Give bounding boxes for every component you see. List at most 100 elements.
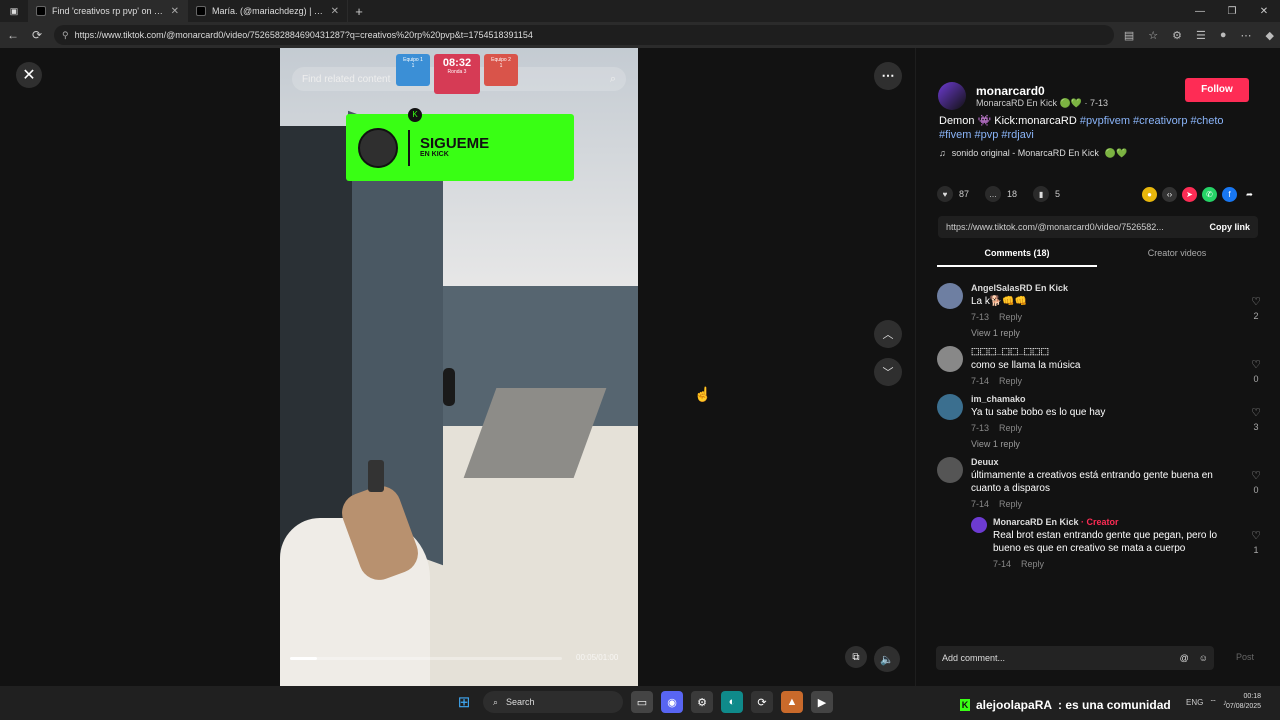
commenter-name[interactable]: ⬚⬚⬚_⬚⬚_⬚⬚⬚ [971,346,1229,357]
commenter-avatar[interactable] [937,457,963,483]
author-avatar[interactable] [938,82,966,110]
commenter-avatar[interactable] [937,346,963,372]
commenter-avatar[interactable] [937,394,963,420]
reply-button[interactable]: Reply [1021,559,1044,569]
window-menu-icon[interactable]: ▣ [0,0,28,22]
comment-like-button[interactable]: ♡ 2 [1249,295,1263,321]
video-stage: ✕ Find related content ⌕ Equipo 1 1 08:3… [0,48,915,686]
author-username[interactable]: monarcard0 [976,84,1108,98]
comment-icon: … [985,186,1002,202]
favorite-star-icon[interactable]: ☆ [1148,29,1158,42]
tab-tiktok-search[interactable]: Find 'creativos rp pvp' on TikTok ✕ [28,0,188,22]
reply-button[interactable]: Reply [999,312,1022,322]
video-progress-bar[interactable] [290,657,562,660]
media-player-icon[interactable]: ▶ [811,691,833,713]
language-indicator[interactable]: ENG [1186,698,1203,708]
reader-icon[interactable]: ▤ [1124,29,1134,42]
comment-like-button[interactable]: ♡ 1 [1249,529,1263,555]
extensions-icon[interactable]: ⚙ [1172,29,1182,42]
embed-icon[interactable]: ‹› [1162,186,1177,202]
team2-score: Equipo 2 1 [484,54,518,86]
facebook-icon[interactable]: f [1222,186,1237,202]
tab-maria-profile[interactable]: María. (@mariachdezg) | TikTok ✕ [188,0,348,22]
taskbar-search[interactable]: ⌕ Search [483,691,623,713]
comment-item: Deuux últimamente a creativos está entra… [937,457,1265,509]
comment-button[interactable]: … 18 [985,186,1017,202]
commenter-name[interactable]: im_chamako [971,394,1229,404]
view-replies-button[interactable]: View 1 reply [971,328,1229,338]
reply-button[interactable]: Reply [999,423,1022,433]
reply-text: Real brot estan entrando gente que pegan… [993,530,1218,554]
save-button[interactable]: ▮ 5 [1033,186,1060,202]
comment-like-button[interactable]: ♡ 3 [1249,406,1263,432]
app-icon[interactable]: ⟳ [751,691,773,713]
view-replies-button[interactable]: View 1 reply [971,439,1229,449]
comment-like-button[interactable]: ♡ 0 [1249,358,1263,384]
system-clock[interactable]: 00:18 07/08/2025 [1226,692,1261,712]
creator-avatar[interactable] [971,517,987,533]
follow-button[interactable]: Follow [1185,78,1249,102]
mention-icon[interactable]: @ [1180,653,1189,663]
edge-icon[interactable]: ◐ [721,691,743,713]
close-video-button[interactable]: ✕ [16,62,42,88]
tab-close-icon[interactable]: ✕ [171,6,179,17]
settings-icon[interactable]: ⚙ [691,691,713,713]
comment-like-button[interactable]: ♡ 0 [1249,469,1263,495]
reply-button[interactable]: Reply [999,499,1022,509]
commenter-name[interactable]: AngelSalasRD En Kick [971,283,1229,293]
copilot-icon[interactable]: ◆ [1266,29,1274,42]
whatsapp-icon[interactable]: ✆ [1202,186,1217,202]
like-button[interactable]: ♥ 87 [937,186,969,202]
search-icon[interactable]: ⌕ [610,73,616,86]
tab-close-icon[interactable]: ✕ [331,6,339,17]
minimize-icon[interactable]: — [1184,6,1216,17]
chat-message: : es una comunidad [1058,698,1171,712]
emoji-icon[interactable]: ☺ [1199,653,1208,663]
address-bar[interactable]: ⚲ https://www.tiktok.com/@monarcard0/vid… [54,25,1114,45]
kick-chat-overlay: K alejoolapaRA : es una comunidad [960,698,1171,712]
discord-icon[interactable]: ◉ [661,691,683,713]
tab-creator-videos[interactable]: Creator videos [1097,248,1257,267]
profile-icon[interactable]: ● [1220,29,1227,42]
more-menu-icon[interactable]: ⋯ [1241,29,1252,42]
task-view-icon[interactable]: ▭ [631,691,653,713]
commenter-name[interactable]: Deuux [971,457,1229,467]
refresh-icon[interactable]: ⟳ [30,28,44,42]
video-player[interactable]: Find related content ⌕ Equipo 1 1 08:32 … [280,48,638,686]
volume-icon[interactable]: 🔈 [874,646,900,672]
post-button[interactable]: Post [1236,652,1254,662]
tab-title: María. (@mariachdezg) | TikTok [212,6,325,16]
commenter-avatar[interactable] [937,283,963,309]
reply-author[interactable]: MonarcaRD En Kick [993,517,1079,527]
site-info-icon[interactable]: ⚲ [62,30,69,41]
search-icon: ⌕ [493,696,499,707]
collections-icon[interactable]: ☰ [1196,29,1206,42]
send-icon[interactable]: ➤ [1182,186,1197,202]
previous-video-button[interactable]: ︿ [874,320,902,348]
post-date: 7-13 [1089,97,1108,108]
app-icon[interactable]: ▲ [781,691,803,713]
heart-outline-icon: ♡ [1251,530,1261,542]
add-comment-input[interactable]: Add comment... @ ☺ [936,646,1214,670]
windows-start-icon[interactable]: ⊞ [453,691,475,713]
comment-like-count: 1 [1253,545,1259,555]
wifi-icon[interactable]: ⌔ [1209,698,1217,708]
picture-in-picture-icon[interactable]: ⧉ [845,646,867,668]
clock-date: 07/08/2025 [1226,703,1262,710]
clock-time: 00:18 [1243,693,1262,700]
creator-badge: · Creator [1081,517,1119,527]
caption-text: Demon 👾 Kick:monarcaRD [939,115,1077,127]
more-options-button[interactable]: ⋯ [874,62,902,90]
back-icon[interactable]: ← [6,28,20,42]
copy-link-button[interactable]: Copy link [1209,222,1250,232]
tab-comments[interactable]: Comments (18) [937,248,1097,267]
window-close-icon[interactable]: ✕ [1248,6,1280,17]
comment-date: 7-14 [971,376,990,386]
reply-button[interactable]: Reply [999,376,1022,386]
maximize-icon[interactable]: ❐ [1216,6,1248,17]
sound-link[interactable]: ♫ sonido original - MonarcaRD En Kick 🟢💚 [939,148,1127,159]
new-tab-button[interactable]: + [348,4,370,19]
next-video-button[interactable]: ﹀ [874,358,902,386]
coin-icon[interactable]: ● [1142,186,1157,202]
share-arrow-icon[interactable]: ➦ [1242,187,1257,202]
